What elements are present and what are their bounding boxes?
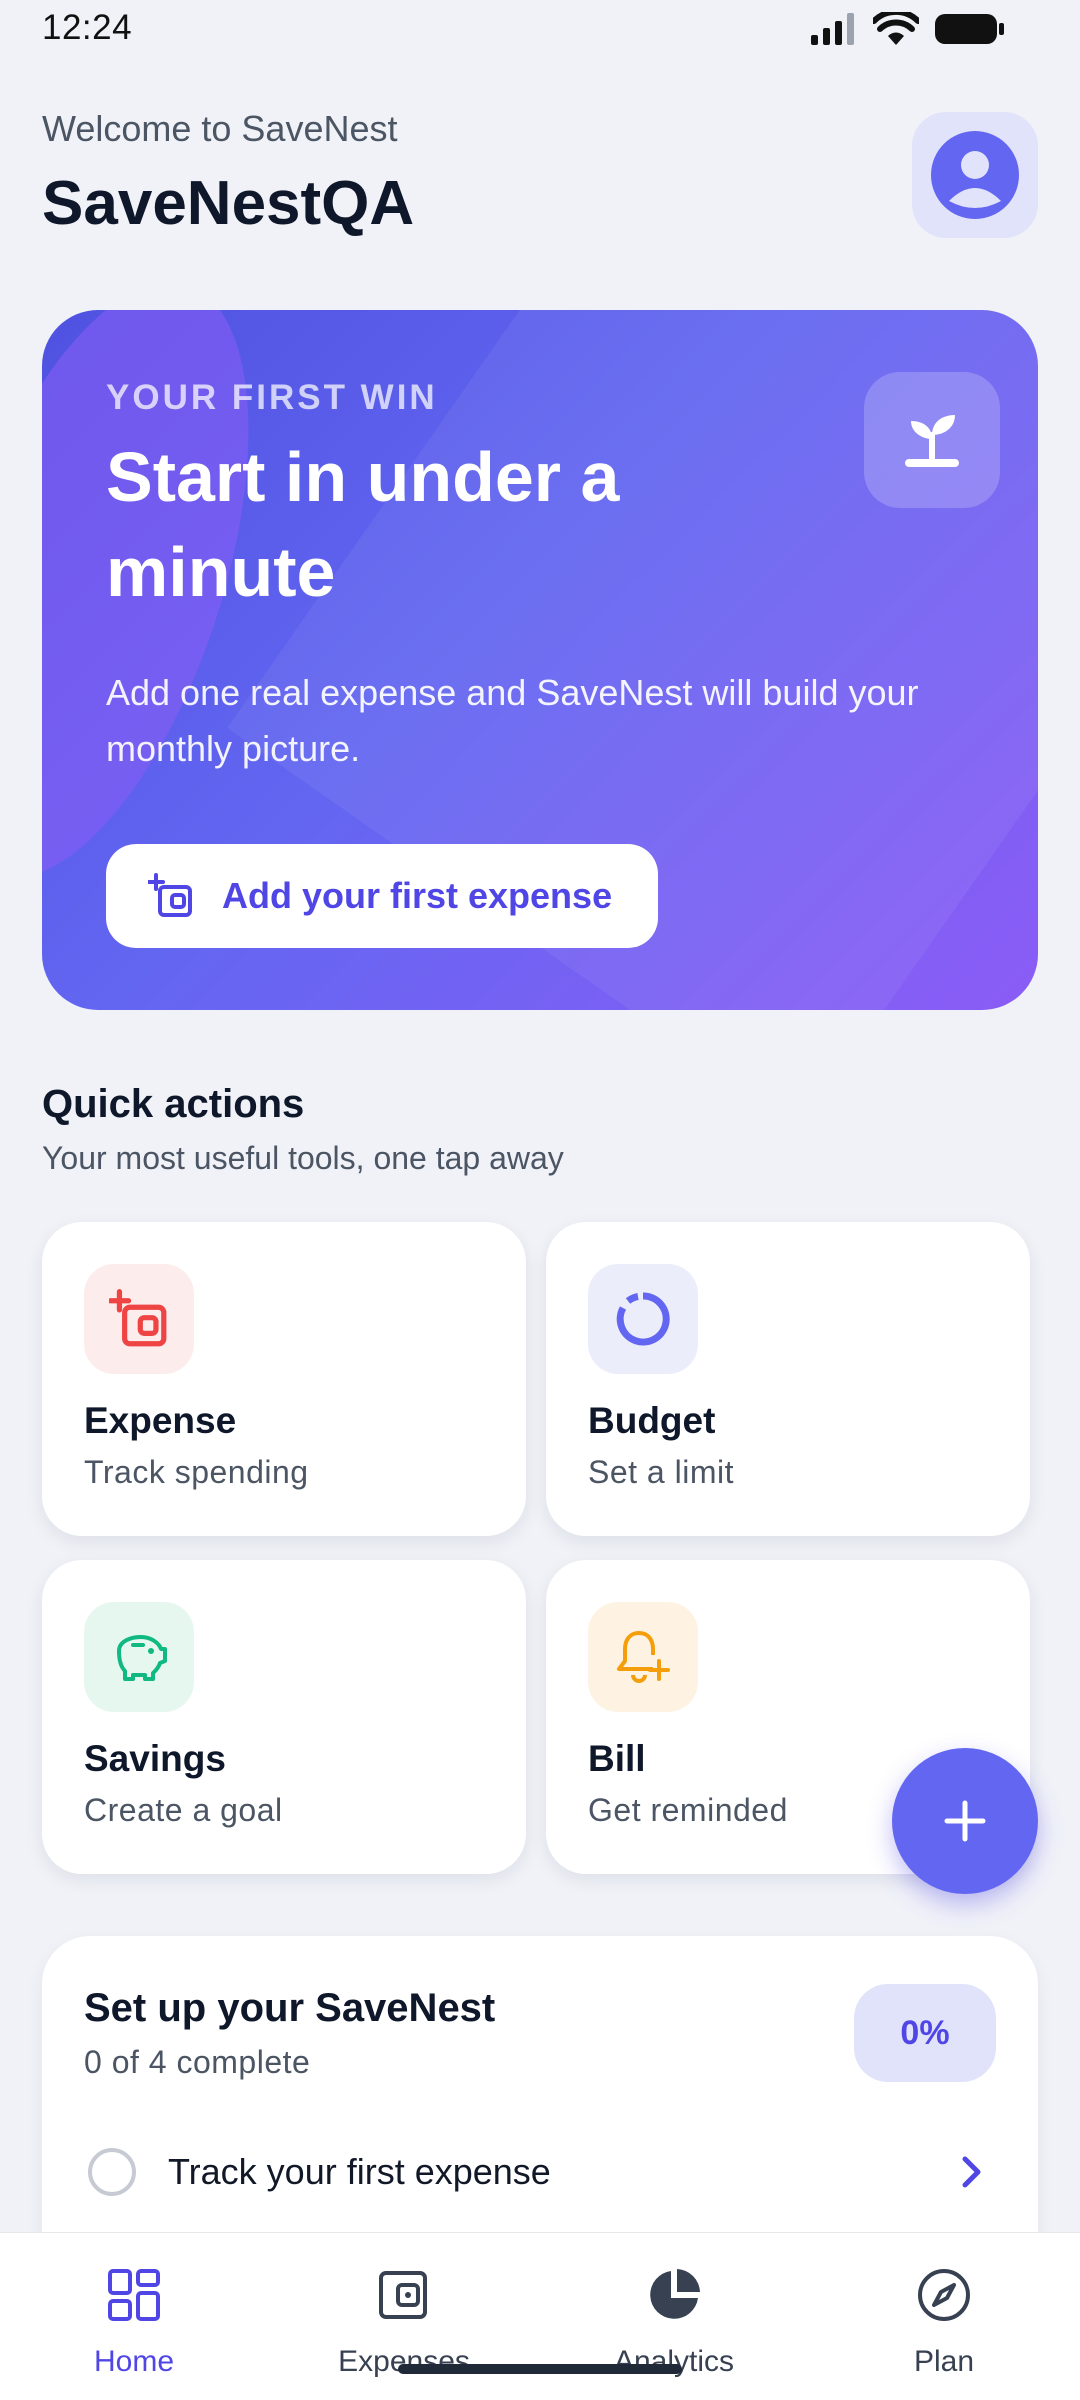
add-fab-button[interactable]	[892, 1748, 1038, 1894]
bell-plus-icon	[617, 1631, 670, 1683]
home-grid-icon	[108, 2269, 160, 2321]
hero-title: Start in under a minute	[106, 438, 620, 611]
quick-action-subtitle: Track spending	[84, 1454, 309, 1490]
pie-chart-icon	[650, 2269, 700, 2319]
bill-icon-tile	[588, 1602, 698, 1712]
task-checkbox[interactable]	[88, 2148, 136, 2196]
wallet-icon	[379, 2271, 427, 2319]
hero-card: YOUR FIRST WIN Start in under a minute A…	[42, 310, 1038, 1010]
quick-action-budget[interactable]: Budget Set a limit	[546, 1222, 1030, 1536]
task-label: Track your first expense	[168, 2151, 551, 2192]
quick-action-title: Expense	[84, 1400, 237, 1441]
quick-action-subtitle: Create a goal	[84, 1792, 283, 1828]
setup-percent-badge: 0%	[854, 1984, 996, 2082]
status-icons	[811, 12, 1005, 46]
compass-icon	[918, 2269, 970, 2321]
sprout-icon	[905, 415, 959, 467]
piggy-bank-icon	[117, 1635, 167, 1681]
status-time: 12:24	[42, 8, 133, 47]
setup-title: Set up your SaveNest	[84, 1986, 496, 2030]
add-wallet-icon	[148, 873, 192, 917]
quick-action-savings[interactable]: Savings Create a goal	[42, 1560, 526, 1874]
nav-label: Plan	[913, 2345, 975, 2378]
bottom-nav: Home Expenses Analytics Plan	[0, 2232, 1080, 2400]
quick-action-subtitle: Get reminded	[588, 1792, 788, 1828]
wifi-icon	[873, 12, 919, 45]
quick-action-title: Savings	[84, 1738, 226, 1779]
welcome-text: Welcome to SaveNest	[42, 108, 398, 149]
hero-description: Add one real expense and SaveNest will b…	[106, 672, 919, 769]
app-name-title: SaveNestQA	[42, 169, 415, 238]
profile-button[interactable]	[912, 112, 1038, 238]
battery-icon	[935, 14, 1004, 44]
add-first-expense-button[interactable]: Add your first expense	[106, 844, 658, 948]
quick-actions-subtitle: Your most useful tools, one tap away	[42, 1140, 564, 1176]
hero-badge	[864, 372, 1000, 508]
signal-icon	[811, 13, 854, 45]
home-indicator	[398, 2364, 682, 2374]
setup-progress-text: 0 of 4 complete	[84, 2044, 311, 2080]
savings-icon-tile	[84, 1602, 194, 1712]
setup-task-track-expense[interactable]: Track your first expense	[84, 2136, 996, 2208]
expense-icon-tile	[84, 1264, 194, 1374]
quick-actions-title: Quick actions	[42, 1082, 305, 1126]
quick-action-subtitle: Set a limit	[588, 1454, 734, 1490]
add-first-expense-label: Add your first expense	[222, 875, 613, 916]
home-screen: 12:24 Welcome to SaveNest SaveNestQA YOU…	[0, 0, 1080, 2400]
add-wallet-icon	[109, 1289, 167, 1347]
nav-plan[interactable]: Plan	[844, 2267, 1044, 2387]
hero-eyebrow: YOUR FIRST WIN	[106, 378, 438, 417]
status-bar: 12:24	[0, 0, 1080, 60]
quick-action-title: Budget	[588, 1400, 716, 1441]
chevron-right-icon	[962, 2156, 981, 2188]
plus-icon	[944, 1800, 986, 1842]
quick-action-title: Bill	[588, 1738, 646, 1779]
budget-icon-tile	[588, 1264, 698, 1374]
donut-icon	[616, 1292, 670, 1346]
user-circle-icon	[931, 131, 1019, 219]
nav-label: Home	[93, 2345, 175, 2378]
quick-action-expense[interactable]: Expense Track spending	[42, 1222, 526, 1536]
nav-home[interactable]: Home	[34, 2267, 234, 2387]
